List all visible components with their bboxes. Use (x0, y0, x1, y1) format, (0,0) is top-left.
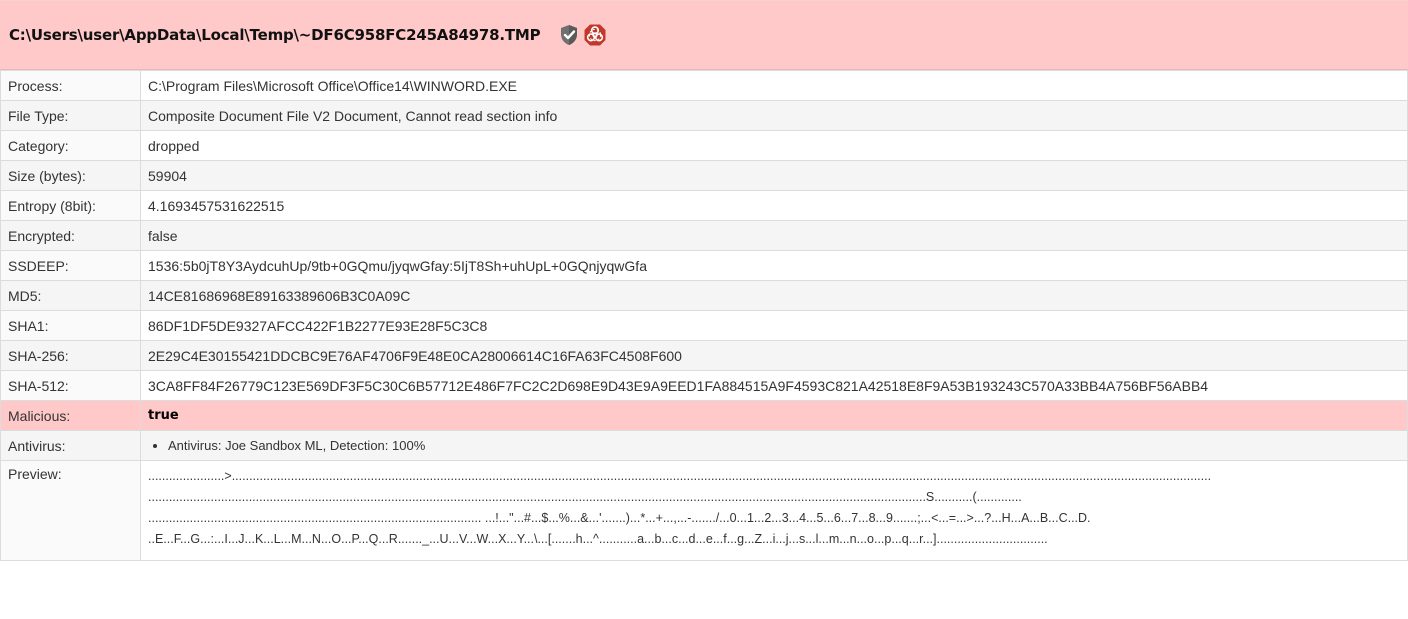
table-row: Antivirus: Antivirus: Joe Sandbox ML, De… (0, 430, 1408, 461)
entropy-value: 4.1693457531622515 (140, 190, 1408, 221)
antivirus-list: Antivirus: Joe Sandbox ML, Detection: 10… (148, 438, 1407, 453)
antivirus-item: Antivirus: Joe Sandbox ML, Detection: 10… (168, 438, 1407, 453)
size-label: Size (bytes): (0, 160, 141, 191)
sha1-label: SHA1: (0, 310, 141, 341)
table-row: Entropy (8bit): 4.1693457531622515 (0, 190, 1408, 221)
file-report: C:\Users\user\AppData\Local\Temp\~DF6C95… (0, 0, 1408, 561)
encrypted-label: Encrypted: (0, 220, 141, 251)
antivirus-value: Antivirus: Joe Sandbox ML, Detection: 10… (140, 430, 1408, 461)
sha1-value: 86DF1DF5DE9327AFCC422F1B2277E93E28F5C3C8 (140, 310, 1408, 341)
ssdeep-value: 1536:5b0jT8Y3AydcuhUp/9tb+0GQmu/jyqwGfay… (140, 250, 1408, 281)
table-row: Size (bytes): 59904 (0, 160, 1408, 191)
file-type-label: File Type: (0, 100, 141, 131)
md5-value: 14CE81686968E89163389606B3C0A09C (140, 280, 1408, 311)
table-row: Encrypted: false (0, 220, 1408, 251)
category-value: dropped (140, 130, 1408, 161)
table-row: Category: dropped (0, 130, 1408, 161)
table-row: Process: C:\Program Files\Microsoft Offi… (0, 70, 1408, 101)
entropy-label: Entropy (8bit): (0, 190, 141, 221)
sha256-value: 2E29C4E30155421DDCBC9E76AF4706F9E48E0CA2… (140, 340, 1408, 371)
malicious-label: Malicious: (0, 400, 141, 431)
process-label: Process: (0, 70, 141, 101)
process-value: C:\Program Files\Microsoft Office\Office… (140, 70, 1408, 101)
file-path-title: C:\Users\user\AppData\Local\Temp\~DF6C95… (9, 26, 541, 44)
table-row-preview: Preview: ......................>........… (0, 460, 1408, 561)
sha256-label: SHA-256: (0, 340, 141, 371)
sha512-label: SHA-512: (0, 370, 141, 401)
table-row: SHA1: 86DF1DF5DE9327AFCC422F1B2277E93E28… (0, 310, 1408, 341)
antivirus-label: Antivirus: (0, 430, 141, 461)
preview-line: ........................................… (148, 511, 1091, 525)
table-row-malicious: Malicious: true (0, 400, 1408, 431)
table-row: SHA-512: 3CA8FF84F26779C123E569DF3F5C30C… (0, 370, 1408, 401)
shield-check-icon (561, 25, 578, 45)
header-icons (557, 23, 607, 47)
table-row: SHA-256: 2E29C4E30155421DDCBC9E76AF4706F… (0, 340, 1408, 371)
encrypted-value: false (140, 220, 1408, 251)
preview-value: ......................>.................… (140, 460, 1408, 561)
table-row: SSDEEP: 1536:5b0jT8Y3AydcuhUp/9tb+0GQmu/… (0, 250, 1408, 281)
sha512-value: 3CA8FF84F26779C123E569DF3F5C30C6B57712E4… (140, 370, 1408, 401)
file-header: C:\Users\user\AppData\Local\Temp\~DF6C95… (0, 0, 1408, 70)
table-row: MD5: 14CE81686968E89163389606B3C0A09C (0, 280, 1408, 311)
preview-label: Preview: (0, 460, 141, 561)
ssdeep-label: SSDEEP: (0, 250, 141, 281)
category-label: Category: (0, 130, 141, 161)
size-value: 59904 (140, 160, 1408, 191)
file-type-value: Composite Document File V2 Document, Can… (140, 100, 1408, 131)
preview-line: ..E...F...G...:...I...J...K...L...M...N.… (148, 532, 1048, 546)
file-details-table: Process: C:\Program Files\Microsoft Offi… (0, 70, 1408, 561)
table-row: File Type: Composite Document File V2 Do… (0, 100, 1408, 131)
md5-label: MD5: (0, 280, 141, 311)
preview-line: ........................................… (148, 490, 1022, 504)
preview-line: ......................>.................… (148, 469, 1212, 483)
biohazard-icon (584, 24, 606, 46)
malicious-value: true (140, 400, 1408, 431)
